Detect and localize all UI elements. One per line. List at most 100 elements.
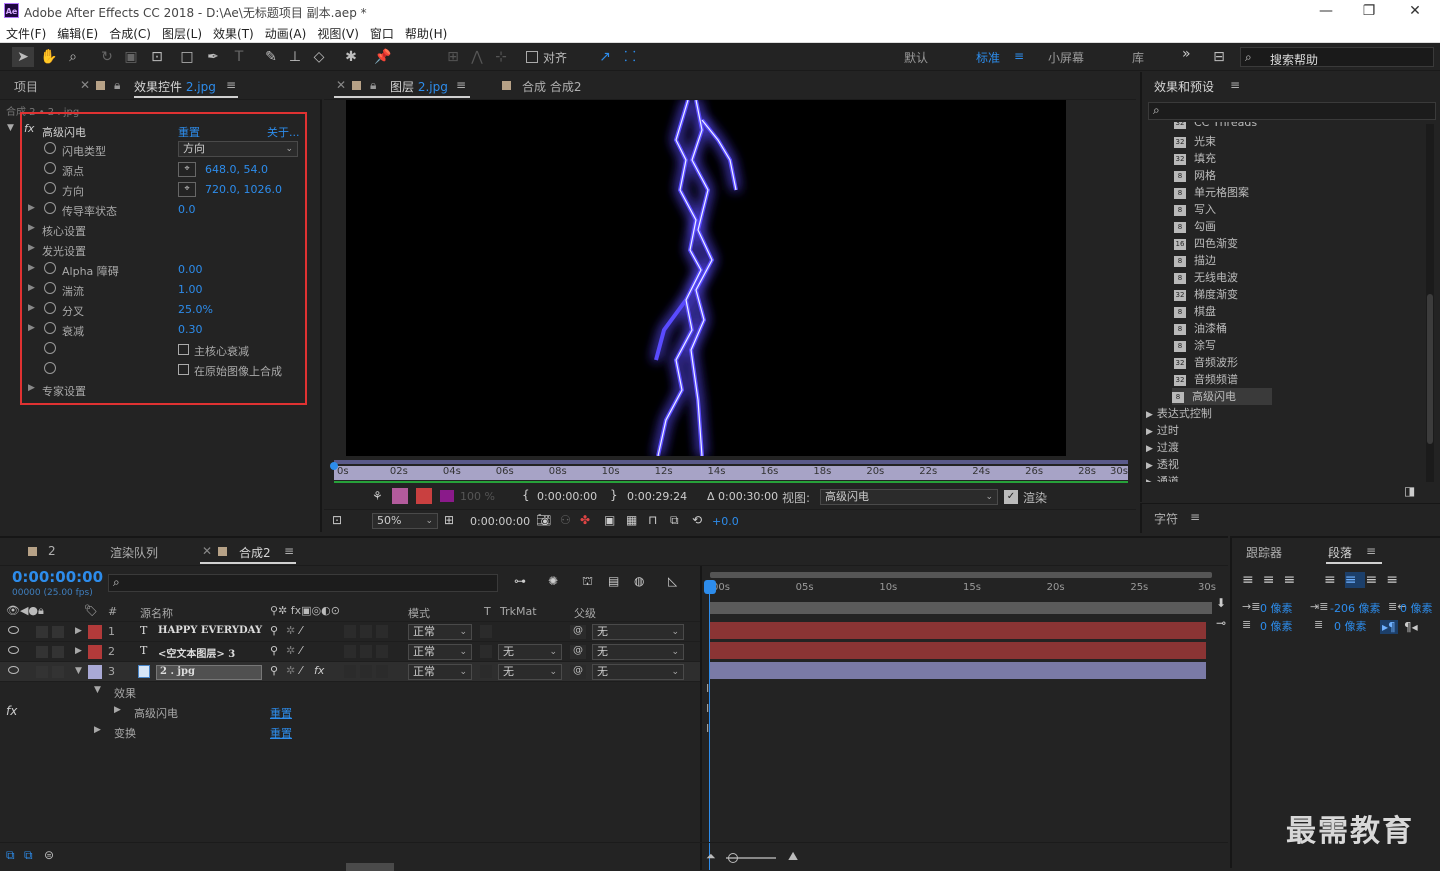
layer-name[interactable]: 2 . jpg [156,665,262,680]
solo-toggle[interactable] [36,646,48,658]
effect-preset-item[interactable]: 8 涂写 [1174,337,1216,354]
menu-file[interactable]: 文件(F) [0,23,51,42]
in-out-stretch-icon[interactable]: ⊜ [44,848,54,862]
tab-comp-2[interactable]: 2 [48,544,56,558]
opacity-value[interactable]: 100 % [460,490,495,503]
lock-icon[interactable]: 🔒︎ [370,78,376,93]
out-time[interactable]: 0:00:29:24 [627,490,687,503]
collapse-switch-icon[interactable]: ✲ [286,664,295,677]
pickwhip-icon[interactable]: @ [570,645,586,659]
zoom-tool-icon[interactable]: ⌕ [62,47,84,67]
expand-icon[interactable]: ▶ [114,705,121,715]
graph-editor-icon[interactable]: ◺ [668,574,677,588]
menu-help[interactable]: 帮助(H) [399,23,452,42]
panel-menu-icon[interactable]: ≡ [456,78,466,92]
label-color[interactable] [88,665,102,679]
pan-behind-tool-icon[interactable]: ⊡ [146,47,168,67]
set-out-icon[interactable]: } [610,488,618,502]
effect-preset-item[interactable]: 8 无线电波 [1174,269,1238,286]
label-color[interactable] [88,625,102,639]
layer-switches-icon[interactable]: ⧉ [6,848,15,863]
channels-icon[interactable]: ✤ [580,513,590,527]
solo-toggle[interactable] [36,626,48,638]
shy-switch-icon[interactable]: ⚲ [270,664,278,677]
effect-preset-item[interactable]: 32 音频波形 [1174,354,1238,371]
panel-menu-icon[interactable]: ≡ [284,544,294,558]
parent-dropdown[interactable]: 无 ⌄ [592,624,684,640]
space-after-value[interactable]: 0 像素 [1334,618,1367,634]
help-search-box[interactable]: ⌕ 搜索帮助 [1240,47,1434,67]
mode-dropdown[interactable]: 正常 ⌄ [408,644,472,660]
visibility-eye-icon[interactable] [8,666,19,674]
text-tool-icon[interactable]: T [228,47,250,67]
selection-tool-icon[interactable]: ➤ [12,47,34,67]
comp-marker-bin-icon[interactable]: ⬇ [1216,596,1226,610]
effect-category[interactable]: ▶ 透视 [1146,456,1179,473]
minimize-icon[interactable]: — [1316,3,1336,19]
menu-animation[interactable]: 动画(A) [259,23,312,42]
effect-reset-link[interactable]: 重置 [270,705,292,721]
tab-comp-viewer[interactable]: 合成 合成2 [522,78,581,95]
zoom-in-icon[interactable]: ⛰ [788,849,798,864]
effect-preset-item[interactable]: 8 油漆桶 [1174,320,1227,337]
horizontal-scrollbar[interactable] [346,863,394,871]
effect-preset-item[interactable]: 32 光束 [1174,133,1216,150]
menu-edit[interactable]: 编辑(E) [51,23,103,42]
onion-skin-icon[interactable] [392,488,408,504]
work-area-navigator[interactable] [710,572,1212,578]
menu-layer[interactable]: 图层(L) [156,23,207,42]
justify-center-icon[interactable]: ≡ [1344,572,1366,588]
justify-all-icon[interactable]: ≡ [1386,572,1407,588]
playhead-handle[interactable] [704,580,716,594]
maximize-icon[interactable]: ❐ [1359,3,1379,19]
rotate-tool-icon[interactable]: ↻ [96,47,118,67]
expand-icon[interactable]: ▶ [1146,461,1153,471]
pickwhip-icon[interactable]: @ [570,665,586,679]
layer-row[interactable]: ▶ 2 T <空文本图层> 3 ⚲ ✲ ⁄ 正常 ⌄ 无 ⌄ @ 无 ⌄ [0,642,700,662]
lock-toggle[interactable] [52,666,64,678]
trkmat-dropdown[interactable]: 无 ⌄ [498,644,562,660]
snap-icon[interactable]: ↗ [594,47,616,67]
effects-scrollbar[interactable] [1426,124,1434,482]
timeline-ruler[interactable]: 00s 05s 10s 15s 20s 25s 30s [710,580,1216,598]
world-axis-icon[interactable]: ⋀ [466,47,488,67]
workspace-standard[interactable]: 标准 [976,49,1000,66]
sync-settings-icon[interactable]: ⊟ [1208,47,1230,67]
switch-box[interactable] [360,625,372,638]
tab-effect-controls[interactable]: 效果控件 2.jpg [134,78,216,95]
shy-layers-icon[interactable]: ⛫ [582,574,593,590]
effect-preset-item[interactable]: 32 音频频谱 [1174,371,1238,388]
switch-box[interactable] [344,645,356,658]
layer-row[interactable]: ▼ 3 2 . jpg ⚲ ✲ ⁄ fx 正常 ⌄ 无 ⌄ @ 无 ⌄ [0,662,700,682]
timeline-search-input[interactable]: ⌕ [108,574,498,592]
col-source-name[interactable]: 源名称 [140,605,173,621]
layer-name[interactable]: <空文本图层> 3 [158,645,235,660]
work-area-bar[interactable] [710,602,1212,614]
parent-dropdown[interactable]: 无 ⌄ [592,664,684,680]
effect-preset-item[interactable]: 8 勾画 [1174,218,1216,235]
always-preview-icon[interactable]: ⊡ [332,513,342,527]
expand-icon[interactable]: ▶ [75,646,82,656]
hand-tool-icon[interactable]: ✋ [38,47,60,67]
render-checkbox[interactable]: ✓ [1004,490,1018,504]
lock-icon[interactable]: 🔒︎ [114,78,120,93]
toggle-mask-icon[interactable]: ▣ [604,513,615,527]
lock-toggle[interactable] [52,626,64,638]
parent-dropdown[interactable]: 无 ⌄ [592,644,684,660]
tab-layer-viewer[interactable]: 图层 2.jpg [390,78,448,95]
collapse-switch-icon[interactable]: ✲ [286,644,295,657]
expand-icon[interactable]: ▶ [1146,444,1153,454]
in-time[interactable]: 0:00:00:00 [537,490,597,503]
label-color[interactable] [88,645,102,659]
space-before-value[interactable]: 0 像素 [1260,618,1293,634]
tab-close-icon[interactable]: ✕ [202,544,212,558]
visibility-eye-icon[interactable] [8,646,19,654]
current-timecode[interactable]: 0:00:00:00 [470,515,530,528]
quality-switch-icon[interactable]: ⁄ [300,644,302,657]
effect-preset-item[interactable]: 32 CC Threads [1174,122,1257,133]
visibility-eye-icon[interactable] [8,626,19,634]
align-left-icon[interactable]: ≡ [1242,572,1263,588]
tab-close-icon[interactable]: ✕ [80,78,90,92]
pickwhip-icon[interactable]: @ [570,625,586,639]
tab-comp-main[interactable]: 合成2 [239,544,271,561]
